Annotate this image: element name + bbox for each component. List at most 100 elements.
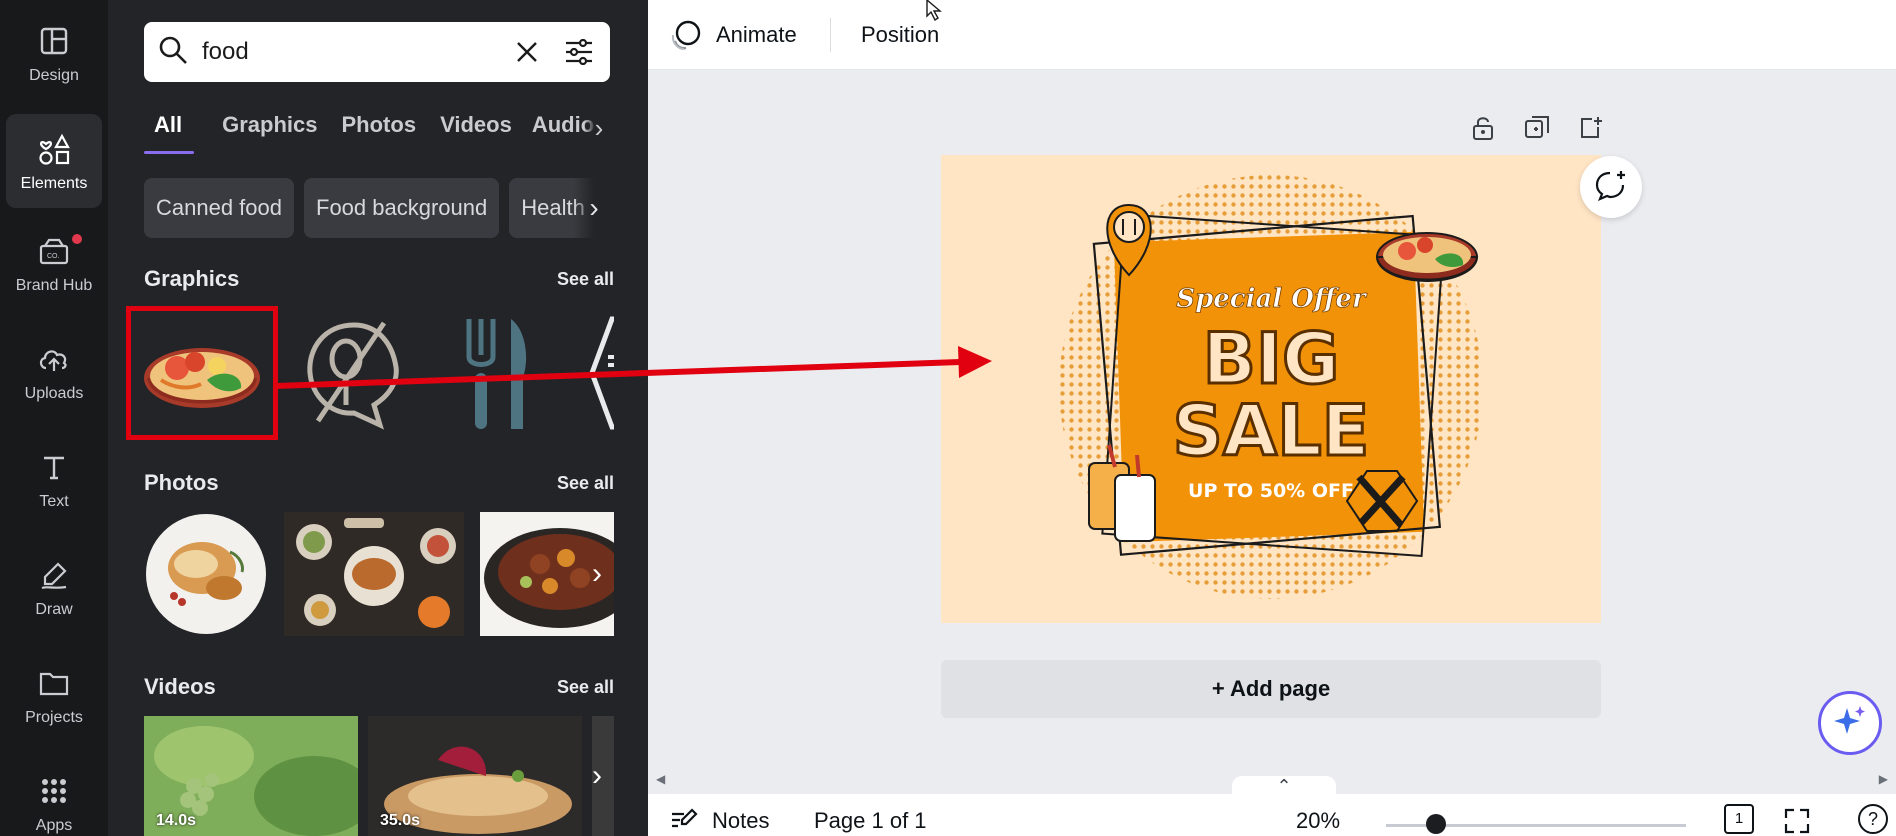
filter-sliders-icon[interactable] bbox=[562, 35, 596, 69]
animate-button[interactable]: Animate bbox=[670, 0, 797, 70]
graphics-section-header: Graphics See all bbox=[144, 266, 614, 292]
canva-editor: Design Elements CO. Brand Hub Uploads Te… bbox=[0, 0, 1896, 836]
editor-toolbar: Animate Position bbox=[648, 0, 1896, 70]
scroll-right-icon[interactable]: ▶ bbox=[1879, 772, 1888, 786]
video-duration: 14.0s bbox=[156, 812, 197, 829]
svg-text:CO.: CO. bbox=[47, 253, 60, 260]
page-indicator[interactable]: Page 1 of 1 bbox=[814, 794, 927, 836]
photos-see-all-link[interactable]: See all bbox=[557, 473, 614, 494]
rail-label-uploads: Uploads bbox=[24, 385, 84, 402]
search-icon bbox=[158, 35, 188, 70]
sale-text: SALE bbox=[1172, 390, 1369, 472]
graphic-ramen-bowl[interactable] bbox=[126, 306, 278, 440]
page-tools bbox=[1456, 112, 1618, 144]
zoom-level[interactable]: 20% bbox=[1296, 794, 1340, 836]
photos-title: Photos bbox=[144, 470, 219, 495]
pen-draw-icon bbox=[34, 555, 74, 595]
scroll-left-icon[interactable]: ◀ bbox=[656, 772, 665, 786]
zoom-slider-knob[interactable] bbox=[1426, 814, 1446, 834]
graphic-no-food-sign[interactable] bbox=[284, 306, 424, 440]
search-input[interactable]: food bbox=[202, 38, 492, 66]
fullscreen-expand-icon[interactable] bbox=[1784, 794, 1810, 836]
notification-dot bbox=[72, 234, 82, 244]
videos-next-chevron-icon[interactable]: › bbox=[580, 746, 614, 806]
chevron-right-icon[interactable]: › bbox=[574, 178, 614, 238]
video-duration: 35.0s bbox=[380, 812, 421, 829]
chip-food-background[interactable]: Food background bbox=[304, 178, 500, 238]
rail-label-apps: Apps bbox=[35, 817, 73, 834]
photo-feast-table[interactable] bbox=[284, 512, 464, 636]
rail-item-elements[interactable]: Elements bbox=[6, 114, 102, 208]
video-wrap[interactable]: 35.0s bbox=[368, 716, 582, 836]
rail-item-text[interactable]: Text bbox=[0, 432, 108, 526]
graphics-see-all-link[interactable]: See all bbox=[557, 269, 614, 290]
suggestion-chips: Canned food Food background Health › bbox=[144, 178, 614, 238]
special-offer-text: Special Offer bbox=[1176, 284, 1368, 314]
duplicate-page-icon[interactable] bbox=[1510, 112, 1564, 144]
rail-item-draw[interactable]: Draw bbox=[0, 540, 108, 634]
rail-item-projects[interactable]: Projects bbox=[0, 648, 108, 742]
photos-next-chevron-icon[interactable]: › bbox=[580, 544, 614, 604]
design-page[interactable]: Special Offer BIG SALE UP TO 50% OFF bbox=[941, 155, 1601, 623]
rail-item-brand-hub[interactable]: CO. Brand Hub bbox=[0, 216, 108, 310]
category-tabs: All Graphics Photos Videos Audio › bbox=[144, 106, 614, 154]
add-page-icon[interactable] bbox=[1564, 112, 1618, 144]
cloud-upload-icon bbox=[34, 339, 74, 379]
add-comment-button[interactable] bbox=[1580, 156, 1642, 218]
help-button[interactable]: ? bbox=[1858, 794, 1888, 836]
graphic-fork-knife[interactable] bbox=[426, 306, 566, 440]
apps-grid-icon bbox=[34, 771, 74, 811]
mouse-cursor-icon bbox=[926, 0, 948, 27]
notes-button[interactable]: Notes bbox=[670, 794, 769, 836]
discount-text: UP TO 50% OFF bbox=[1188, 480, 1354, 502]
videos-section-header: Videos See all bbox=[144, 674, 614, 700]
text-t-icon bbox=[34, 447, 74, 487]
rail-item-design[interactable]: Design bbox=[0, 6, 108, 100]
photos-section-header: Photos See all bbox=[144, 470, 614, 496]
rail-item-uploads[interactable]: Uploads bbox=[0, 324, 108, 418]
tabs-scroll-right-icon[interactable]: › bbox=[584, 106, 614, 150]
left-rail: Design Elements CO. Brand Hub Uploads Te… bbox=[0, 0, 108, 836]
shapes-icon bbox=[34, 129, 74, 169]
rail-label-elements: Elements bbox=[20, 175, 88, 192]
rail-label-brand-hub: Brand Hub bbox=[15, 277, 93, 294]
tab-all[interactable]: All bbox=[144, 106, 195, 154]
videos-row: 14.0s 35.0s › bbox=[144, 716, 614, 836]
graphic-hexagon-cutlery[interactable] bbox=[562, 306, 614, 440]
bottom-bar: Notes Page 1 of 1 20% 1 ? bbox=[648, 794, 1896, 836]
rail-label-draw: Draw bbox=[35, 601, 73, 618]
sparkle-icon bbox=[1833, 704, 1867, 743]
add-page-button[interactable]: + Add page bbox=[941, 660, 1601, 718]
tab-videos[interactable]: Videos bbox=[436, 106, 516, 154]
tab-photos[interactable]: Photos bbox=[334, 106, 425, 154]
layout-icon bbox=[34, 21, 74, 61]
search-bar[interactable]: food bbox=[144, 22, 610, 82]
pages-view-button[interactable]: 1 bbox=[1724, 794, 1754, 836]
rail-item-apps[interactable]: Apps bbox=[0, 756, 108, 836]
elements-panel: food All Graphics Photos Videos Audio › … bbox=[108, 0, 648, 836]
sale-design-artwork: Special Offer BIG SALE UP TO 50% OFF bbox=[1059, 175, 1483, 599]
photo-roast-plate[interactable] bbox=[144, 512, 268, 636]
clear-search-icon[interactable] bbox=[510, 35, 544, 69]
video-grapes[interactable]: 14.0s bbox=[144, 716, 358, 836]
folder-icon bbox=[34, 663, 74, 703]
animate-icon bbox=[670, 19, 702, 51]
lock-icon[interactable] bbox=[1456, 112, 1510, 144]
chip-canned-food[interactable]: Canned food bbox=[144, 178, 294, 238]
videos-see-all-link[interactable]: See all bbox=[557, 677, 614, 698]
brand-icon: CO. bbox=[34, 231, 74, 271]
notes-label: Notes bbox=[712, 808, 770, 833]
tab-graphics[interactable]: Graphics bbox=[218, 106, 321, 154]
animate-label: Animate bbox=[716, 22, 797, 47]
notes-icon bbox=[670, 808, 698, 832]
page-count-badge: 1 bbox=[1724, 804, 1754, 834]
expand-pages-chevron-up-icon[interactable]: ⌃ bbox=[1232, 776, 1336, 796]
magic-assistant-button[interactable] bbox=[1818, 691, 1882, 755]
help-icon: ? bbox=[1858, 804, 1888, 834]
graphics-title: Graphics bbox=[144, 266, 240, 291]
comment-plus-icon bbox=[1594, 169, 1628, 206]
big-text: BIG bbox=[1203, 318, 1340, 400]
graphics-row bbox=[126, 306, 614, 440]
toolbar-divider bbox=[830, 18, 831, 52]
rail-label-text: Text bbox=[39, 493, 69, 510]
